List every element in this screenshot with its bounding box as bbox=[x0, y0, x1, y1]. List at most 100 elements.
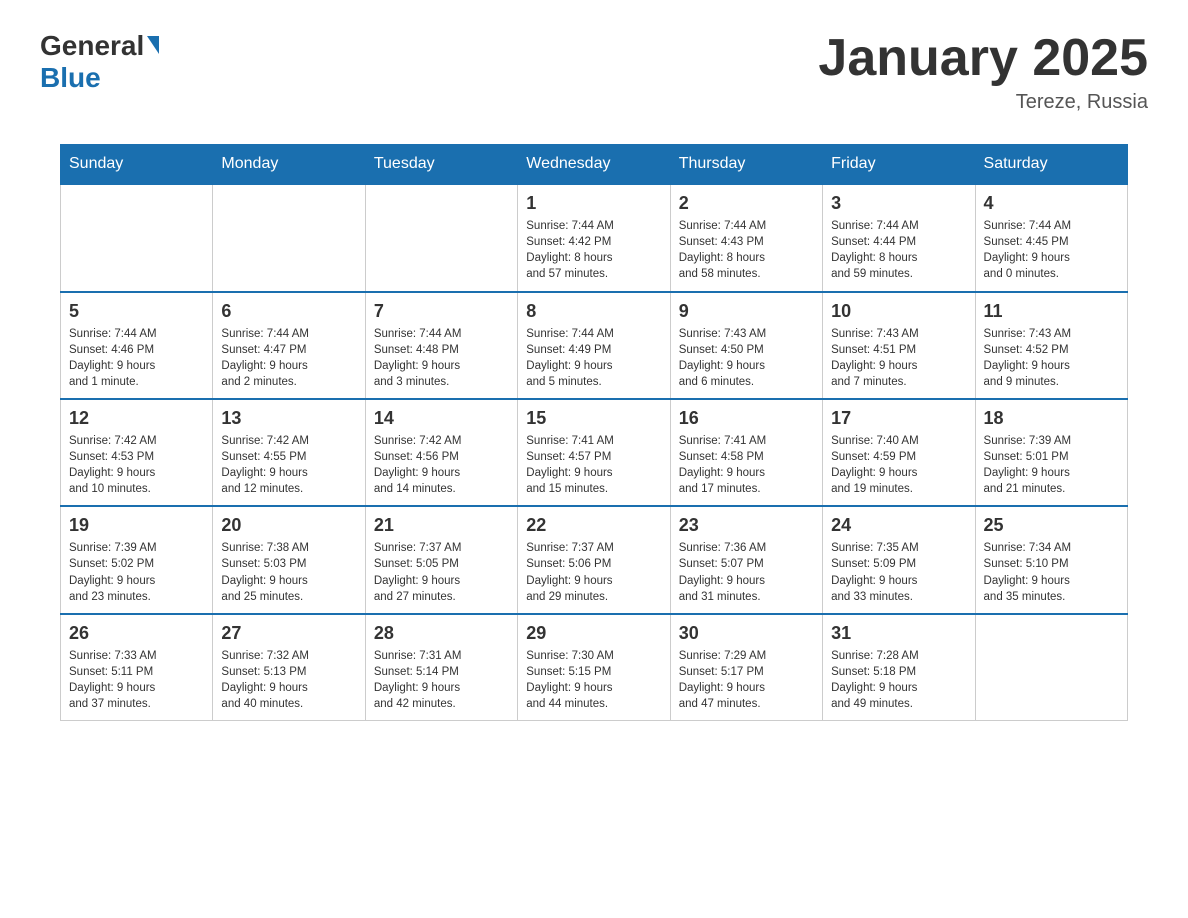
day-number: 12 bbox=[69, 408, 204, 429]
day-number: 27 bbox=[221, 623, 356, 644]
logo: General Blue bbox=[40, 30, 159, 94]
calendar-cell: 4 Sunrise: 7:44 AM Sunset: 4:45 PM Daylig… bbox=[975, 184, 1127, 291]
day-info: Sunrise: 7:44 AM Sunset: 4:44 PM Dayligh… bbox=[831, 218, 966, 282]
day-info: Sunrise: 7:35 AM Sunset: 5:09 PM Dayligh… bbox=[831, 540, 966, 604]
calendar-cell: 16Sunrise: 7:41 AM Sunset: 4:58 PM Dayli… bbox=[670, 399, 822, 506]
title-section: January 2025 Tereze, Russia bbox=[818, 30, 1148, 114]
day-number: 18 bbox=[984, 408, 1119, 429]
day-info: Sunrise: 7:33 AM Sunset: 5:11 PM Dayligh… bbox=[69, 648, 204, 712]
day-info: Sunrise: 7:37 AM Sunset: 5:05 PM Dayligh… bbox=[374, 540, 509, 604]
day-info: Sunrise: 7:42 AM Sunset: 4:55 PM Dayligh… bbox=[221, 433, 356, 497]
day-number: 28 bbox=[374, 623, 509, 644]
col-wednesday: Wednesday bbox=[518, 145, 670, 185]
logo-blue-text: Blue bbox=[40, 62, 101, 93]
calendar-row-2: 12 Sunrise: 7:42 AM Sunset: 4:53 PM Dayli… bbox=[61, 399, 1128, 506]
day-info: Sunrise: 7:39 AM Sunset: 5:02 PM Dayligh… bbox=[69, 540, 204, 604]
calendar-cell: 18Sunrise: 7:39 AM Sunset: 5:01 PM Dayli… bbox=[975, 399, 1127, 506]
day-number: 10 bbox=[831, 301, 966, 322]
calendar-cell: 19 Sunrise: 7:39 AM Sunset: 5:02 PM Dayli… bbox=[61, 506, 213, 613]
day-info: Sunrise: 7:41 AM Sunset: 4:57 PM Dayligh… bbox=[526, 433, 661, 497]
day-number: 19 bbox=[69, 515, 204, 536]
calendar-cell: 9Sunrise: 7:43 AM Sunset: 4:50 PM Daylig… bbox=[670, 292, 822, 399]
calendar-cell bbox=[365, 184, 517, 291]
day-number: 8 bbox=[526, 301, 661, 322]
day-info: Sunrise: 7:42 AM Sunset: 4:53 PM Dayligh… bbox=[69, 433, 204, 497]
day-number: 25 bbox=[984, 515, 1119, 536]
calendar-cell: 6 Sunrise: 7:44 AM Sunset: 4:47 PM Daylig… bbox=[213, 292, 365, 399]
day-number: 13 bbox=[221, 408, 356, 429]
day-info: Sunrise: 7:43 AM Sunset: 4:50 PM Dayligh… bbox=[679, 326, 814, 390]
page-header: General Blue January 2025 Tereze, Russia bbox=[20, 20, 1168, 124]
day-number: 11 bbox=[984, 301, 1119, 322]
day-info: Sunrise: 7:30 AM Sunset: 5:15 PM Dayligh… bbox=[526, 648, 661, 712]
calendar-cell: 8 Sunrise: 7:44 AM Sunset: 4:49 PM Daylig… bbox=[518, 292, 670, 399]
calendar-cell: 14 Sunrise: 7:42 AM Sunset: 4:56 PM Dayli… bbox=[365, 399, 517, 506]
calendar-cell: 3 Sunrise: 7:44 AM Sunset: 4:44 PM Daylig… bbox=[823, 184, 975, 291]
day-info: Sunrise: 7:37 AM Sunset: 5:06 PM Dayligh… bbox=[526, 540, 661, 604]
calendar-row-1: 5Sunrise: 7:44 AM Sunset: 4:46 PM Daylig… bbox=[61, 292, 1128, 399]
day-number: 20 bbox=[221, 515, 356, 536]
day-number: 21 bbox=[374, 515, 509, 536]
calendar-table: Sunday Monday Tuesday Wednesday Thursday… bbox=[60, 144, 1128, 721]
day-number: 24 bbox=[831, 515, 966, 536]
day-info: Sunrise: 7:44 AM Sunset: 4:42 PM Dayligh… bbox=[526, 218, 661, 282]
day-info: Sunrise: 7:44 AM Sunset: 4:48 PM Dayligh… bbox=[374, 326, 509, 390]
day-number: 23 bbox=[679, 515, 814, 536]
col-saturday: Saturday bbox=[975, 145, 1127, 185]
calendar-cell: 15Sunrise: 7:41 AM Sunset: 4:57 PM Dayli… bbox=[518, 399, 670, 506]
day-info: Sunrise: 7:28 AM Sunset: 5:18 PM Dayligh… bbox=[831, 648, 966, 712]
calendar-cell: 1 Sunrise: 7:44 AM Sunset: 4:42 PM Daylig… bbox=[518, 184, 670, 291]
calendar-row-0: 1 Sunrise: 7:44 AM Sunset: 4:42 PM Daylig… bbox=[61, 184, 1128, 291]
day-number: 6 bbox=[221, 301, 356, 322]
calendar-wrapper: Sunday Monday Tuesday Wednesday Thursday… bbox=[20, 144, 1168, 721]
calendar-cell: 29 Sunrise: 7:30 AM Sunset: 5:15 PM Dayli… bbox=[518, 614, 670, 721]
day-number: 14 bbox=[374, 408, 509, 429]
col-tuesday: Tuesday bbox=[365, 145, 517, 185]
day-number: 4 bbox=[984, 193, 1119, 214]
day-number: 22 bbox=[526, 515, 661, 536]
calendar-cell: 21 Sunrise: 7:37 AM Sunset: 5:05 PM Dayli… bbox=[365, 506, 517, 613]
day-info: Sunrise: 7:44 AM Sunset: 4:46 PM Dayligh… bbox=[69, 326, 204, 390]
calendar-cell: 13 Sunrise: 7:42 AM Sunset: 4:55 PM Dayli… bbox=[213, 399, 365, 506]
calendar-row-4: 26Sunrise: 7:33 AM Sunset: 5:11 PM Dayli… bbox=[61, 614, 1128, 721]
day-number: 2 bbox=[679, 193, 814, 214]
calendar-cell: 7 Sunrise: 7:44 AM Sunset: 4:48 PM Daylig… bbox=[365, 292, 517, 399]
logo-triangle-icon bbox=[147, 36, 159, 54]
calendar-cell: 23 Sunrise: 7:36 AM Sunset: 5:07 PM Dayli… bbox=[670, 506, 822, 613]
calendar-cell: 10 Sunrise: 7:43 AM Sunset: 4:51 PM Dayli… bbox=[823, 292, 975, 399]
col-sunday: Sunday bbox=[61, 145, 213, 185]
day-info: Sunrise: 7:44 AM Sunset: 4:45 PM Dayligh… bbox=[984, 218, 1119, 282]
calendar-cell: 17 Sunrise: 7:40 AM Sunset: 4:59 PM Dayli… bbox=[823, 399, 975, 506]
calendar-cell bbox=[213, 184, 365, 291]
day-info: Sunrise: 7:44 AM Sunset: 4:43 PM Dayligh… bbox=[679, 218, 814, 282]
day-info: Sunrise: 7:38 AM Sunset: 5:03 PM Dayligh… bbox=[221, 540, 356, 604]
calendar-cell: 24 Sunrise: 7:35 AM Sunset: 5:09 PM Dayli… bbox=[823, 506, 975, 613]
day-number: 17 bbox=[831, 408, 966, 429]
calendar-cell bbox=[975, 614, 1127, 721]
day-number: 29 bbox=[526, 623, 661, 644]
calendar-cell bbox=[61, 184, 213, 291]
calendar-cell: 28 Sunrise: 7:31 AM Sunset: 5:14 PM Dayli… bbox=[365, 614, 517, 721]
col-monday: Monday bbox=[213, 145, 365, 185]
day-info: Sunrise: 7:34 AM Sunset: 5:10 PM Dayligh… bbox=[984, 540, 1119, 604]
month-title: January 2025 bbox=[818, 30, 1148, 87]
day-number: 31 bbox=[831, 623, 966, 644]
calendar-header-row: Sunday Monday Tuesday Wednesday Thursday… bbox=[61, 145, 1128, 185]
logo-general-text: General bbox=[40, 30, 144, 62]
calendar-cell: 25 Sunrise: 7:34 AM Sunset: 5:10 PM Dayli… bbox=[975, 506, 1127, 613]
day-number: 16 bbox=[679, 408, 814, 429]
calendar-row-3: 19 Sunrise: 7:39 AM Sunset: 5:02 PM Dayli… bbox=[61, 506, 1128, 613]
day-number: 3 bbox=[831, 193, 966, 214]
day-number: 7 bbox=[374, 301, 509, 322]
calendar-cell: 20 Sunrise: 7:38 AM Sunset: 5:03 PM Dayli… bbox=[213, 506, 365, 613]
day-info: Sunrise: 7:36 AM Sunset: 5:07 PM Dayligh… bbox=[679, 540, 814, 604]
calendar-cell: 5Sunrise: 7:44 AM Sunset: 4:46 PM Daylig… bbox=[61, 292, 213, 399]
day-info: Sunrise: 7:44 AM Sunset: 4:49 PM Dayligh… bbox=[526, 326, 661, 390]
day-info: Sunrise: 7:44 AM Sunset: 4:47 PM Dayligh… bbox=[221, 326, 356, 390]
day-number: 1 bbox=[526, 193, 661, 214]
day-info: Sunrise: 7:43 AM Sunset: 4:51 PM Dayligh… bbox=[831, 326, 966, 390]
day-info: Sunrise: 7:42 AM Sunset: 4:56 PM Dayligh… bbox=[374, 433, 509, 497]
day-info: Sunrise: 7:31 AM Sunset: 5:14 PM Dayligh… bbox=[374, 648, 509, 712]
day-info: Sunrise: 7:40 AM Sunset: 4:59 PM Dayligh… bbox=[831, 433, 966, 497]
calendar-cell: 31 Sunrise: 7:28 AM Sunset: 5:18 PM Dayli… bbox=[823, 614, 975, 721]
